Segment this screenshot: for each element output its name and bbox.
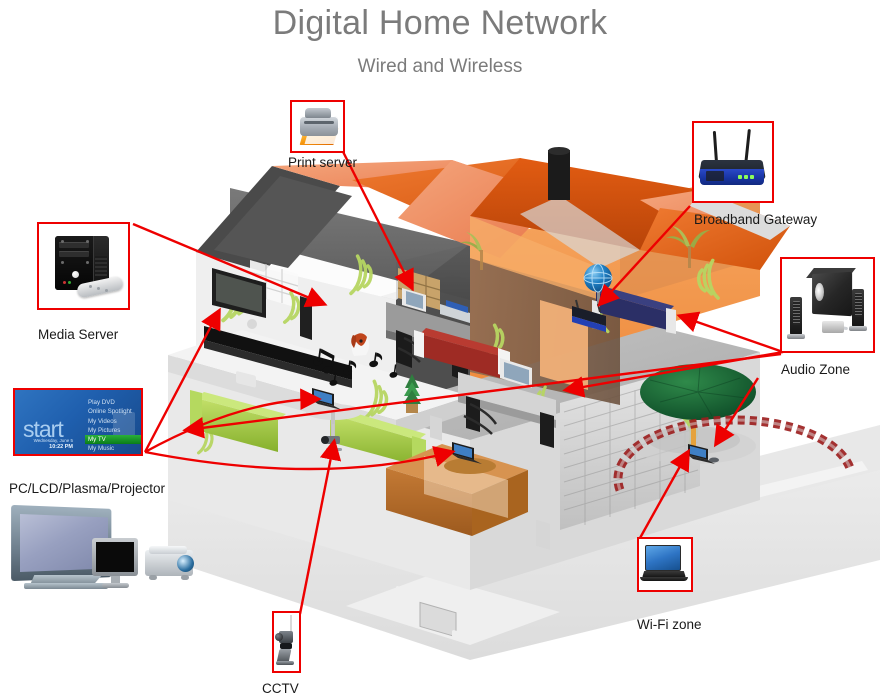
print-server-box[interactable] bbox=[290, 100, 345, 153]
wifi-zone-label: Wi-Fi zone bbox=[637, 617, 702, 632]
cctv-box[interactable] bbox=[272, 611, 301, 673]
menu-item-my-tv[interactable]: My TV bbox=[85, 435, 141, 445]
arrow-pc-to-laptop bbox=[144, 388, 322, 454]
lcd-monitor bbox=[90, 538, 148, 596]
media-server-label: Media Server bbox=[38, 327, 119, 342]
menu-item-online-spotlight[interactable]: Online Spotlight bbox=[85, 407, 141, 416]
audio-zone-label: Audio Zone bbox=[781, 362, 851, 377]
pc-display-label: PC/LCD/Plasma/Projector bbox=[9, 481, 166, 496]
menu-item-play-dvd[interactable]: Play DVD bbox=[85, 398, 141, 407]
audio-zone-box[interactable] bbox=[780, 257, 875, 353]
menu-item-my-music[interactable]: My Music bbox=[85, 444, 141, 453]
broadband-gateway-label: Broadband Gateway bbox=[694, 212, 818, 227]
diagram-canvas: Digital Home Network Wired and Wireless bbox=[0, 0, 880, 699]
arrow-broadband-gateway bbox=[597, 205, 691, 307]
arrow-audio-zone-2 bbox=[676, 311, 784, 354]
wireless-router-icon bbox=[694, 123, 772, 201]
media-center-screen-icon: start Wednesday, June 5 10:22 PM Play DV… bbox=[15, 390, 141, 454]
menu-item-my-pictures[interactable]: My Pictures bbox=[85, 426, 141, 435]
print-server-label: Print server bbox=[288, 155, 358, 170]
wifi-zone-box[interactable] bbox=[637, 537, 693, 592]
speaker-system-icon bbox=[782, 259, 873, 351]
arrow-audio-zone-3 bbox=[182, 352, 782, 439]
cctv-camera-icon bbox=[274, 613, 299, 671]
arrow-wifi-zone-1 bbox=[638, 448, 690, 539]
media-center-menu[interactable]: Play DVD Online Spotlight My Videos My P… bbox=[85, 398, 141, 455]
projector bbox=[143, 544, 205, 592]
arrow-pc-to-tv bbox=[143, 307, 221, 453]
arrow-pc-to-kitchen bbox=[144, 445, 456, 471]
media-server-box[interactable] bbox=[37, 222, 130, 310]
media-center-screen-box[interactable]: start Wednesday, June 5 10:22 PM Play DV… bbox=[13, 388, 143, 456]
arrow-media-server bbox=[132, 222, 328, 308]
laptop-icon bbox=[639, 539, 691, 590]
printer-icon bbox=[292, 102, 343, 151]
broadband-gateway-box[interactable] bbox=[692, 121, 774, 203]
mc-time: 10:22 PM bbox=[49, 444, 73, 450]
cctv-label: CCTV bbox=[262, 681, 299, 696]
menu-item-radio[interactable]: Radio bbox=[85, 454, 141, 455]
media-server-icon bbox=[45, 228, 128, 308]
menu-item-my-videos[interactable]: My Videos bbox=[85, 417, 141, 426]
arrow-wifi-zone-2 bbox=[713, 377, 760, 448]
